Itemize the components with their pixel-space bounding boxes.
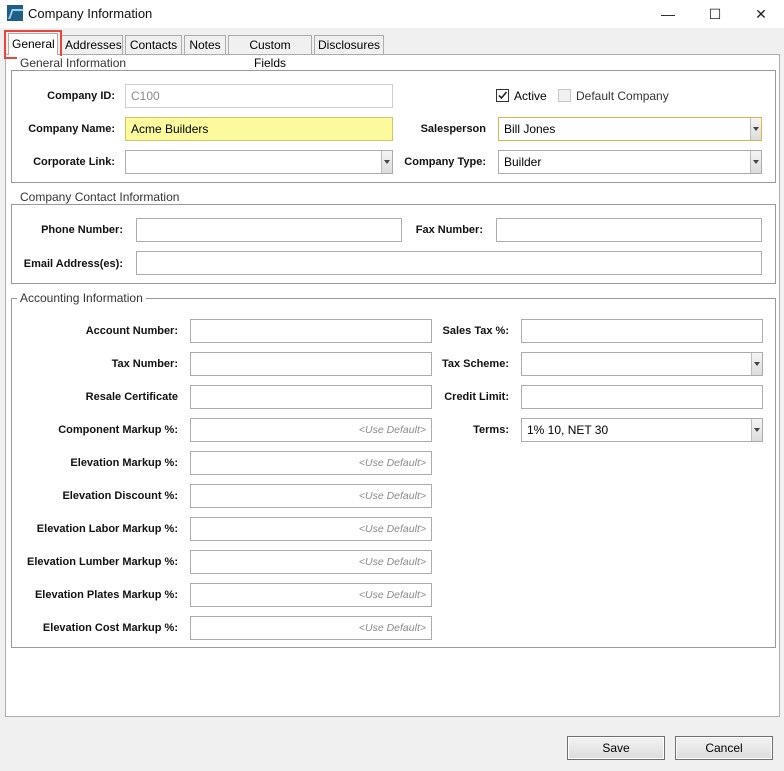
tab-disclosures[interactable]: Disclosures	[314, 35, 384, 54]
sales-tax-label: Sales Tax %:	[442, 325, 509, 337]
elevation-cost-markup-label: Elevation Cost Markup %:	[42, 622, 178, 634]
salesperson-label: Salesperson	[420, 123, 486, 135]
elevation-lumber-markup-field[interactable]: <Use Default>	[190, 550, 432, 574]
minimize-button[interactable]: —	[645, 0, 691, 28]
phone-number-field[interactable]	[136, 218, 402, 242]
tax-number-field[interactable]	[190, 352, 432, 376]
elevation-cost-markup-field[interactable]: <Use Default>	[190, 616, 432, 640]
company-name-label: Company Name:	[28, 123, 115, 135]
active-checkbox[interactable]	[496, 89, 509, 102]
elevation-discount-label: Elevation Discount %:	[62, 490, 178, 502]
elevation-discount-field[interactable]: <Use Default>	[190, 484, 432, 508]
window-title: Company Information	[28, 6, 153, 21]
dropdown-arrow-icon[interactable]	[751, 419, 762, 441]
component-markup-label: Component Markup %:	[58, 424, 178, 436]
cancel-button[interactable]: Cancel	[675, 736, 773, 760]
close-button[interactable]: ✕	[738, 0, 784, 28]
fax-number-label: Fax Number:	[415, 224, 483, 236]
dropdown-arrow-icon[interactable]	[381, 151, 392, 173]
elevation-labor-markup-field[interactable]: <Use Default>	[190, 517, 432, 541]
terms-value: 1% 10, NET 30	[527, 423, 609, 437]
contact-information-legend: Company Contact Information	[17, 190, 183, 204]
elevation-plates-markup-label: Elevation Plates Markup %:	[34, 589, 178, 601]
company-name-field[interactable]: Acme Builders	[125, 117, 393, 141]
company-type-value: Builder	[504, 155, 542, 169]
dropdown-arrow-icon[interactable]	[750, 118, 761, 140]
terms-combobox[interactable]: 1% 10, NET 30	[521, 418, 763, 442]
tax-number-label: Tax Number:	[111, 358, 178, 370]
email-address-field[interactable]	[136, 251, 762, 275]
credit-limit-field[interactable]	[521, 385, 763, 409]
company-type-combobox[interactable]: Builder	[498, 150, 762, 174]
elevation-lumber-markup-label: Elevation Lumber Markup %:	[27, 556, 178, 568]
app-icon	[7, 5, 23, 21]
corporate-link-combobox[interactable]	[125, 150, 393, 174]
salesperson-value: Bill Jones	[504, 122, 556, 136]
component-markup-field[interactable]: <Use Default>	[190, 418, 432, 442]
general-information-legend: General Information	[17, 56, 130, 70]
fax-number-field[interactable]	[496, 218, 762, 242]
elevation-labor-markup-label: Elevation Labor Markup %:	[36, 523, 178, 535]
dropdown-arrow-icon[interactable]	[751, 353, 762, 375]
resale-certificate-label: Resale Certificate	[85, 391, 178, 403]
tab-notes[interactable]: Notes	[184, 35, 226, 54]
dropdown-arrow-icon[interactable]	[750, 151, 761, 173]
tab-addresses[interactable]: Addresses	[61, 35, 123, 54]
company-type-label: Company Type:	[404, 156, 486, 168]
save-button[interactable]: Save	[567, 736, 665, 760]
sales-tax-field[interactable]	[521, 319, 763, 343]
elevation-markup-field[interactable]: <Use Default>	[190, 451, 432, 475]
maximize-button[interactable]: ☐	[692, 0, 738, 28]
default-company-checkbox[interactable]	[558, 89, 571, 102]
email-address-label: Email Address(es):	[23, 258, 123, 270]
elevation-markup-label: Elevation Markup %:	[70, 457, 178, 469]
phone-number-label: Phone Number:	[41, 224, 123, 236]
tax-scheme-label: Tax Scheme:	[441, 358, 509, 370]
active-label: Active	[514, 89, 547, 103]
checkmark-icon	[498, 91, 508, 100]
accounting-information-legend: Accounting Information	[17, 291, 146, 305]
salesperson-combobox[interactable]: Bill Jones	[498, 117, 762, 141]
default-company-label: Default Company	[576, 89, 669, 103]
credit-limit-label: Credit Limit:	[444, 391, 509, 403]
tax-scheme-combobox[interactable]	[521, 352, 763, 376]
tab-contacts[interactable]: Contacts	[125, 35, 182, 54]
resale-certificate-field[interactable]	[190, 385, 432, 409]
corporate-link-label: Corporate Link:	[33, 156, 115, 168]
terms-label: Terms:	[473, 424, 509, 436]
account-number-label: Account Number:	[85, 325, 178, 337]
company-id-field[interactable]: C100	[125, 84, 393, 108]
account-number-field[interactable]	[190, 319, 432, 343]
tab-highlight-annotation	[4, 30, 62, 59]
tab-custom-fields[interactable]: Custom Fields	[228, 35, 312, 70]
elevation-plates-markup-field[interactable]: <Use Default>	[190, 583, 432, 607]
company-id-label: Company ID:	[47, 90, 115, 102]
